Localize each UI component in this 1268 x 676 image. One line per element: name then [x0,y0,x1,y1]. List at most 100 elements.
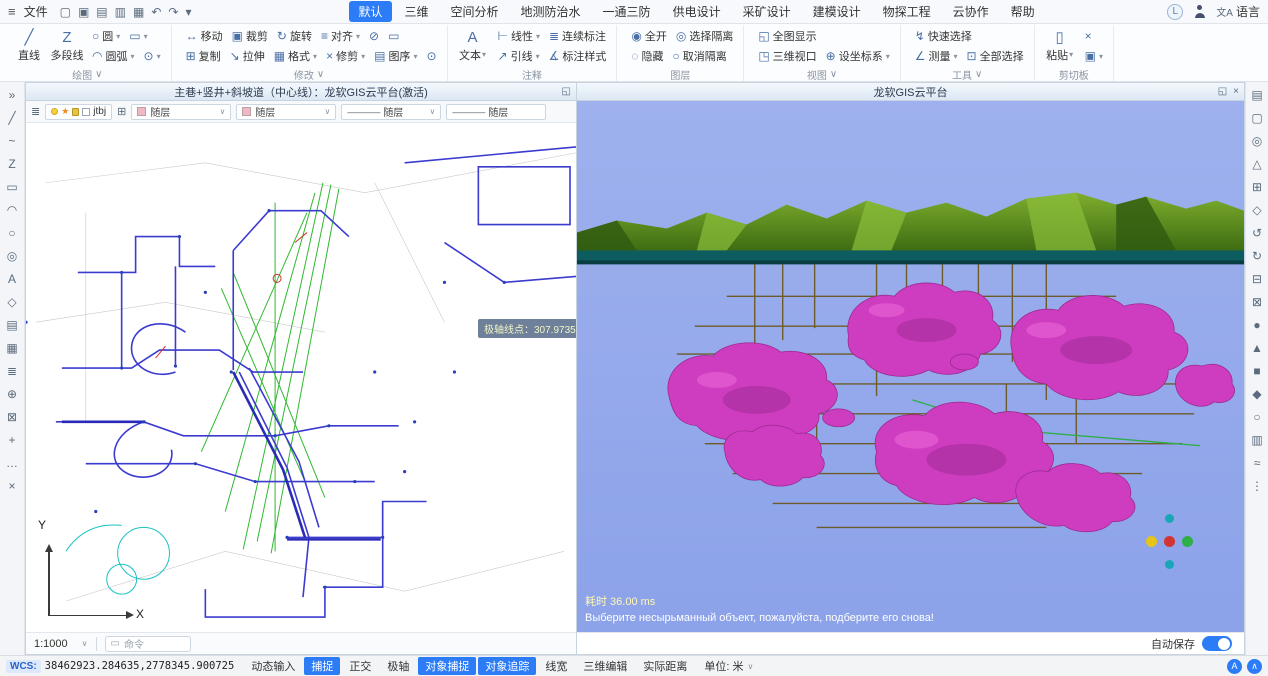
ai-assistant-icon[interactable]: A [1227,659,1242,674]
polygon-tool-icon[interactable]: ◇ [3,292,22,311]
status-toggle-button[interactable]: 正交 [342,657,378,675]
status-toggle-button[interactable]: 极轴 [380,657,416,675]
scene-3d-canvas[interactable]: 耗时 36.00 ms Выберите несырьманный объект… [577,101,1244,632]
visibility-bulb-icon[interactable] [51,108,58,115]
ribbon-small-button[interactable]: ⊘ [366,29,382,43]
autosave-toggle[interactable] [1202,636,1232,651]
slice-icon[interactable]: ▥ [1248,430,1267,449]
ribbon-small-button[interactable]: ⊢ 线性 ▾ [495,27,543,45]
ribbon-small-button[interactable]: ⊙ ▾ [141,49,164,63]
clip-icon[interactable]: ⊠ [1248,292,1267,311]
status-toggle-button[interactable]: 动态输入 [244,657,302,675]
ribbon-small-button[interactable]: ○ 取消隔离 [670,47,730,65]
gizmo-axis-top[interactable] [1165,514,1174,523]
erase-tool-icon[interactable]: × [3,476,22,495]
spline-tool-icon[interactable]: ~ [3,131,22,150]
ribbon-small-button[interactable]: ↘ 拉伸 [227,47,268,65]
polyline-tool-icon[interactable]: Z [3,154,22,173]
open-file-icon[interactable]: ▤ [96,6,107,18]
gizmo-axis-bottom[interactable] [1165,560,1174,569]
ribbon-big-button[interactable]: A 文本▾ [455,29,491,64]
hatch-tool-icon[interactable]: ▤ [3,315,22,334]
layer-settings-icon[interactable]: ⊞ [117,105,126,118]
ribbon-small-button[interactable]: ≣ 连续标注 [546,27,609,45]
avatar[interactable]: L [1167,4,1183,20]
ribbon-small-button[interactable]: ⊙ [423,49,439,63]
view-gizmo[interactable] [1142,514,1198,570]
ribbon-small-button[interactable]: ▣ 裁剪 [229,27,271,45]
menu-tab[interactable]: 一通三防 [594,1,660,22]
ribbon-small-button[interactable]: ⊡ 全部选择 [964,47,1027,65]
more-options-icon[interactable]: ⋮ [1248,476,1267,495]
print-icon[interactable]: ▦ [133,6,144,18]
status-toggle-button[interactable]: 线宽 [538,657,574,675]
command-input[interactable]: ▭ 命令 [105,636,191,652]
status-toggle-button[interactable]: 三维编辑 [576,657,634,675]
drawing-tab[interactable]: ★ jtbj [45,104,112,120]
language-button[interactable]: 文A 语言 [1216,3,1260,20]
ribbon-small-button[interactable]: ↗ 引线 ▾ [495,47,543,65]
menu-tab[interactable]: 空间分析 [442,1,508,22]
light-icon[interactable]: ● [1248,315,1267,334]
ribbon-small-button[interactable]: ⊕ 设坐标系 ▾ [823,47,893,65]
panel-2d-titlebar[interactable]: 主巷+竖井+斜坡道（中心线）：龙软GIS云平台(激活) ◱ [26,83,576,101]
template-icon[interactable]: ▣ [78,6,89,18]
status-toggle-button[interactable]: 对象捕捉 [418,657,476,675]
layer-panel-icon[interactable]: ≣ [31,105,40,118]
file-menu-button[interactable]: 文件 [24,3,48,20]
menu-tab[interactable]: 采矿设计 [734,1,800,22]
gizmo-axis-right[interactable] [1182,536,1193,547]
maximize-icon[interactable]: ◱ [1218,86,1227,97]
ribbon-small-button[interactable]: × 修剪 ▾ [323,47,368,65]
ribbon-small-button[interactable]: ◎ 选择隔离 [673,27,736,45]
ribbon-small-button[interactable]: ▭ [385,29,402,43]
sphere-icon[interactable]: ○ [1248,407,1267,426]
insert-tool-icon[interactable]: ⊕ [3,384,22,403]
rotate-view-icon[interactable]: ↻ [1248,246,1267,265]
status-toggle-button[interactable]: 实际距离 [636,657,694,675]
ribbon-small-button[interactable]: × [1082,29,1095,43]
ore-model-icon[interactable]: ◆ [1248,384,1267,403]
layer-manager-icon[interactable]: ▤ [1248,85,1267,104]
new-file-icon[interactable]: ▢ [60,6,71,18]
ribbon-small-button[interactable]: ∠ 测量 ▾ [912,47,961,65]
save-icon[interactable]: ▥ [115,6,126,18]
water-icon[interactable]: ≈ [1248,453,1267,472]
status-toggle-button[interactable]: 对象追踪 [478,657,536,675]
gizmo-axis-center[interactable] [1164,536,1175,547]
ribbon-small-button[interactable]: ◳ 三维视口 [755,47,819,65]
ribbon-small-button[interactable]: ▤ 图序 ▾ [371,47,420,65]
ribbon-small-button[interactable]: ⊞ 复制 [183,47,224,65]
material-icon[interactable]: ◇ [1248,200,1267,219]
layer-dropdown[interactable]: ———— 随层 ∨ [341,104,441,120]
expand-status-icon[interactable]: ∧ [1247,659,1262,674]
menu-tab[interactable]: 默认 [349,1,391,22]
ribbon-small-button[interactable]: ≡ 对齐 ▾ [318,27,363,45]
layer-dropdown[interactable]: 随层 ∨ [236,104,336,120]
mesh-icon[interactable]: △ [1248,154,1267,173]
properties-icon[interactable]: ▢ [1248,108,1267,127]
ribbon-small-button[interactable]: ▦ 格式 ▾ [271,47,320,65]
ribbon-small-button[interactable]: ◌ 隐藏 [628,47,666,65]
text-tool-icon[interactable]: A [3,269,22,288]
ribbon-big-button[interactable]: ╱ 直线 [11,29,47,64]
menu-tab[interactable]: 帮助 [1002,1,1044,22]
menu-tab[interactable]: 建模设计 [804,1,870,22]
menu-tab[interactable]: 云协作 [944,1,998,22]
collapse-sidebar-icon[interactable]: » [3,85,22,104]
grid-view-icon[interactable]: ⊞ [1248,177,1267,196]
lock-icon[interactable] [72,108,79,116]
ribbon-small-button[interactable]: ◉ 全开 [628,27,669,45]
block-tool-icon[interactable]: ⊠ [3,407,22,426]
add-tool-icon[interactable]: + [3,430,22,449]
section-icon[interactable]: ⊟ [1248,269,1267,288]
circle-tool-icon[interactable]: ○ [3,223,22,242]
ribbon-small-button[interactable]: ↻ 旋转 [274,27,315,45]
ribbon-big-button[interactable]: ▯ 粘贴▾ [1042,29,1078,64]
layers-tool-icon[interactable]: ≣ [3,361,22,380]
close-icon[interactable]: × [1233,86,1239,97]
redo-icon[interactable]: ↷ [168,6,178,18]
orbit-icon[interactable]: ↺ [1248,223,1267,242]
ribbon-small-button[interactable]: ○ 圆 ▾ [89,27,123,45]
arc-tool-icon[interactable]: ◠ [3,200,22,219]
